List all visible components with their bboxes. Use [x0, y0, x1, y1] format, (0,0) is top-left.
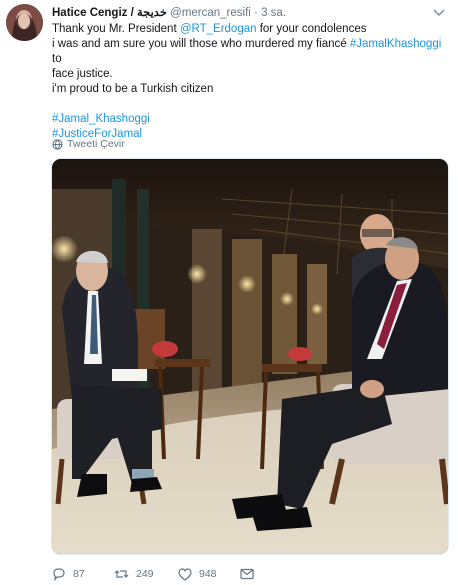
tweet-text-line: face justice.	[52, 68, 113, 80]
author-handle[interactable]: @mercan_resifi	[170, 7, 251, 19]
direct-message-button[interactable]	[240, 568, 254, 580]
timestamp[interactable]: 3 sa.	[261, 7, 286, 19]
retweet-icon	[114, 570, 129, 578]
tweet-actions: 87 249 948	[52, 566, 254, 582]
tweet-photo[interactable]	[51, 158, 449, 555]
retweet-count: 249	[136, 568, 154, 580]
photo-interview-scene	[52, 159, 448, 554]
direct-message-icon	[240, 568, 254, 580]
reply-count: 87	[73, 568, 85, 580]
tweet-text-line: i was and am sure you will those who mur…	[52, 38, 442, 65]
mention-link[interactable]: @RT_Erdogan	[180, 23, 257, 35]
translate-tweet[interactable]: Tweeti Çevir	[52, 138, 125, 150]
chevron-down-icon[interactable]	[432, 6, 446, 18]
like-count: 948	[199, 568, 217, 580]
reply-button[interactable]: 87	[52, 567, 114, 581]
author-name[interactable]: Hatice Cengiz / خديجة	[52, 7, 167, 19]
globe-icon	[52, 138, 63, 150]
hashtag-link[interactable]: #JamalKhashoggi	[350, 38, 441, 50]
reply-icon	[53, 568, 65, 581]
like-button[interactable]: 948	[178, 567, 240, 581]
tweet-text-line: i'm proud to be a Turkish citizen	[52, 83, 214, 95]
separator: ·	[254, 7, 258, 19]
retweet-button[interactable]: 249	[114, 567, 178, 581]
translate-label: Tweeti Çevir	[67, 138, 125, 150]
like-icon	[178, 567, 192, 581]
tweet: Hatice Cengiz / خديجة @mercan_resifi · 3…	[0, 0, 458, 585]
tweet-text: Thank you Mr. President @RT_Erdogan for …	[52, 22, 444, 142]
avatar[interactable]	[6, 4, 43, 41]
tweet-header: Hatice Cengiz / خديجة @mercan_resifi · 3…	[52, 6, 286, 20]
hashtag-link[interactable]: #Jamal_Khashoggi	[52, 112, 444, 127]
tweet-text-line: Thank you Mr. President @RT_Erdogan for …	[52, 23, 367, 35]
